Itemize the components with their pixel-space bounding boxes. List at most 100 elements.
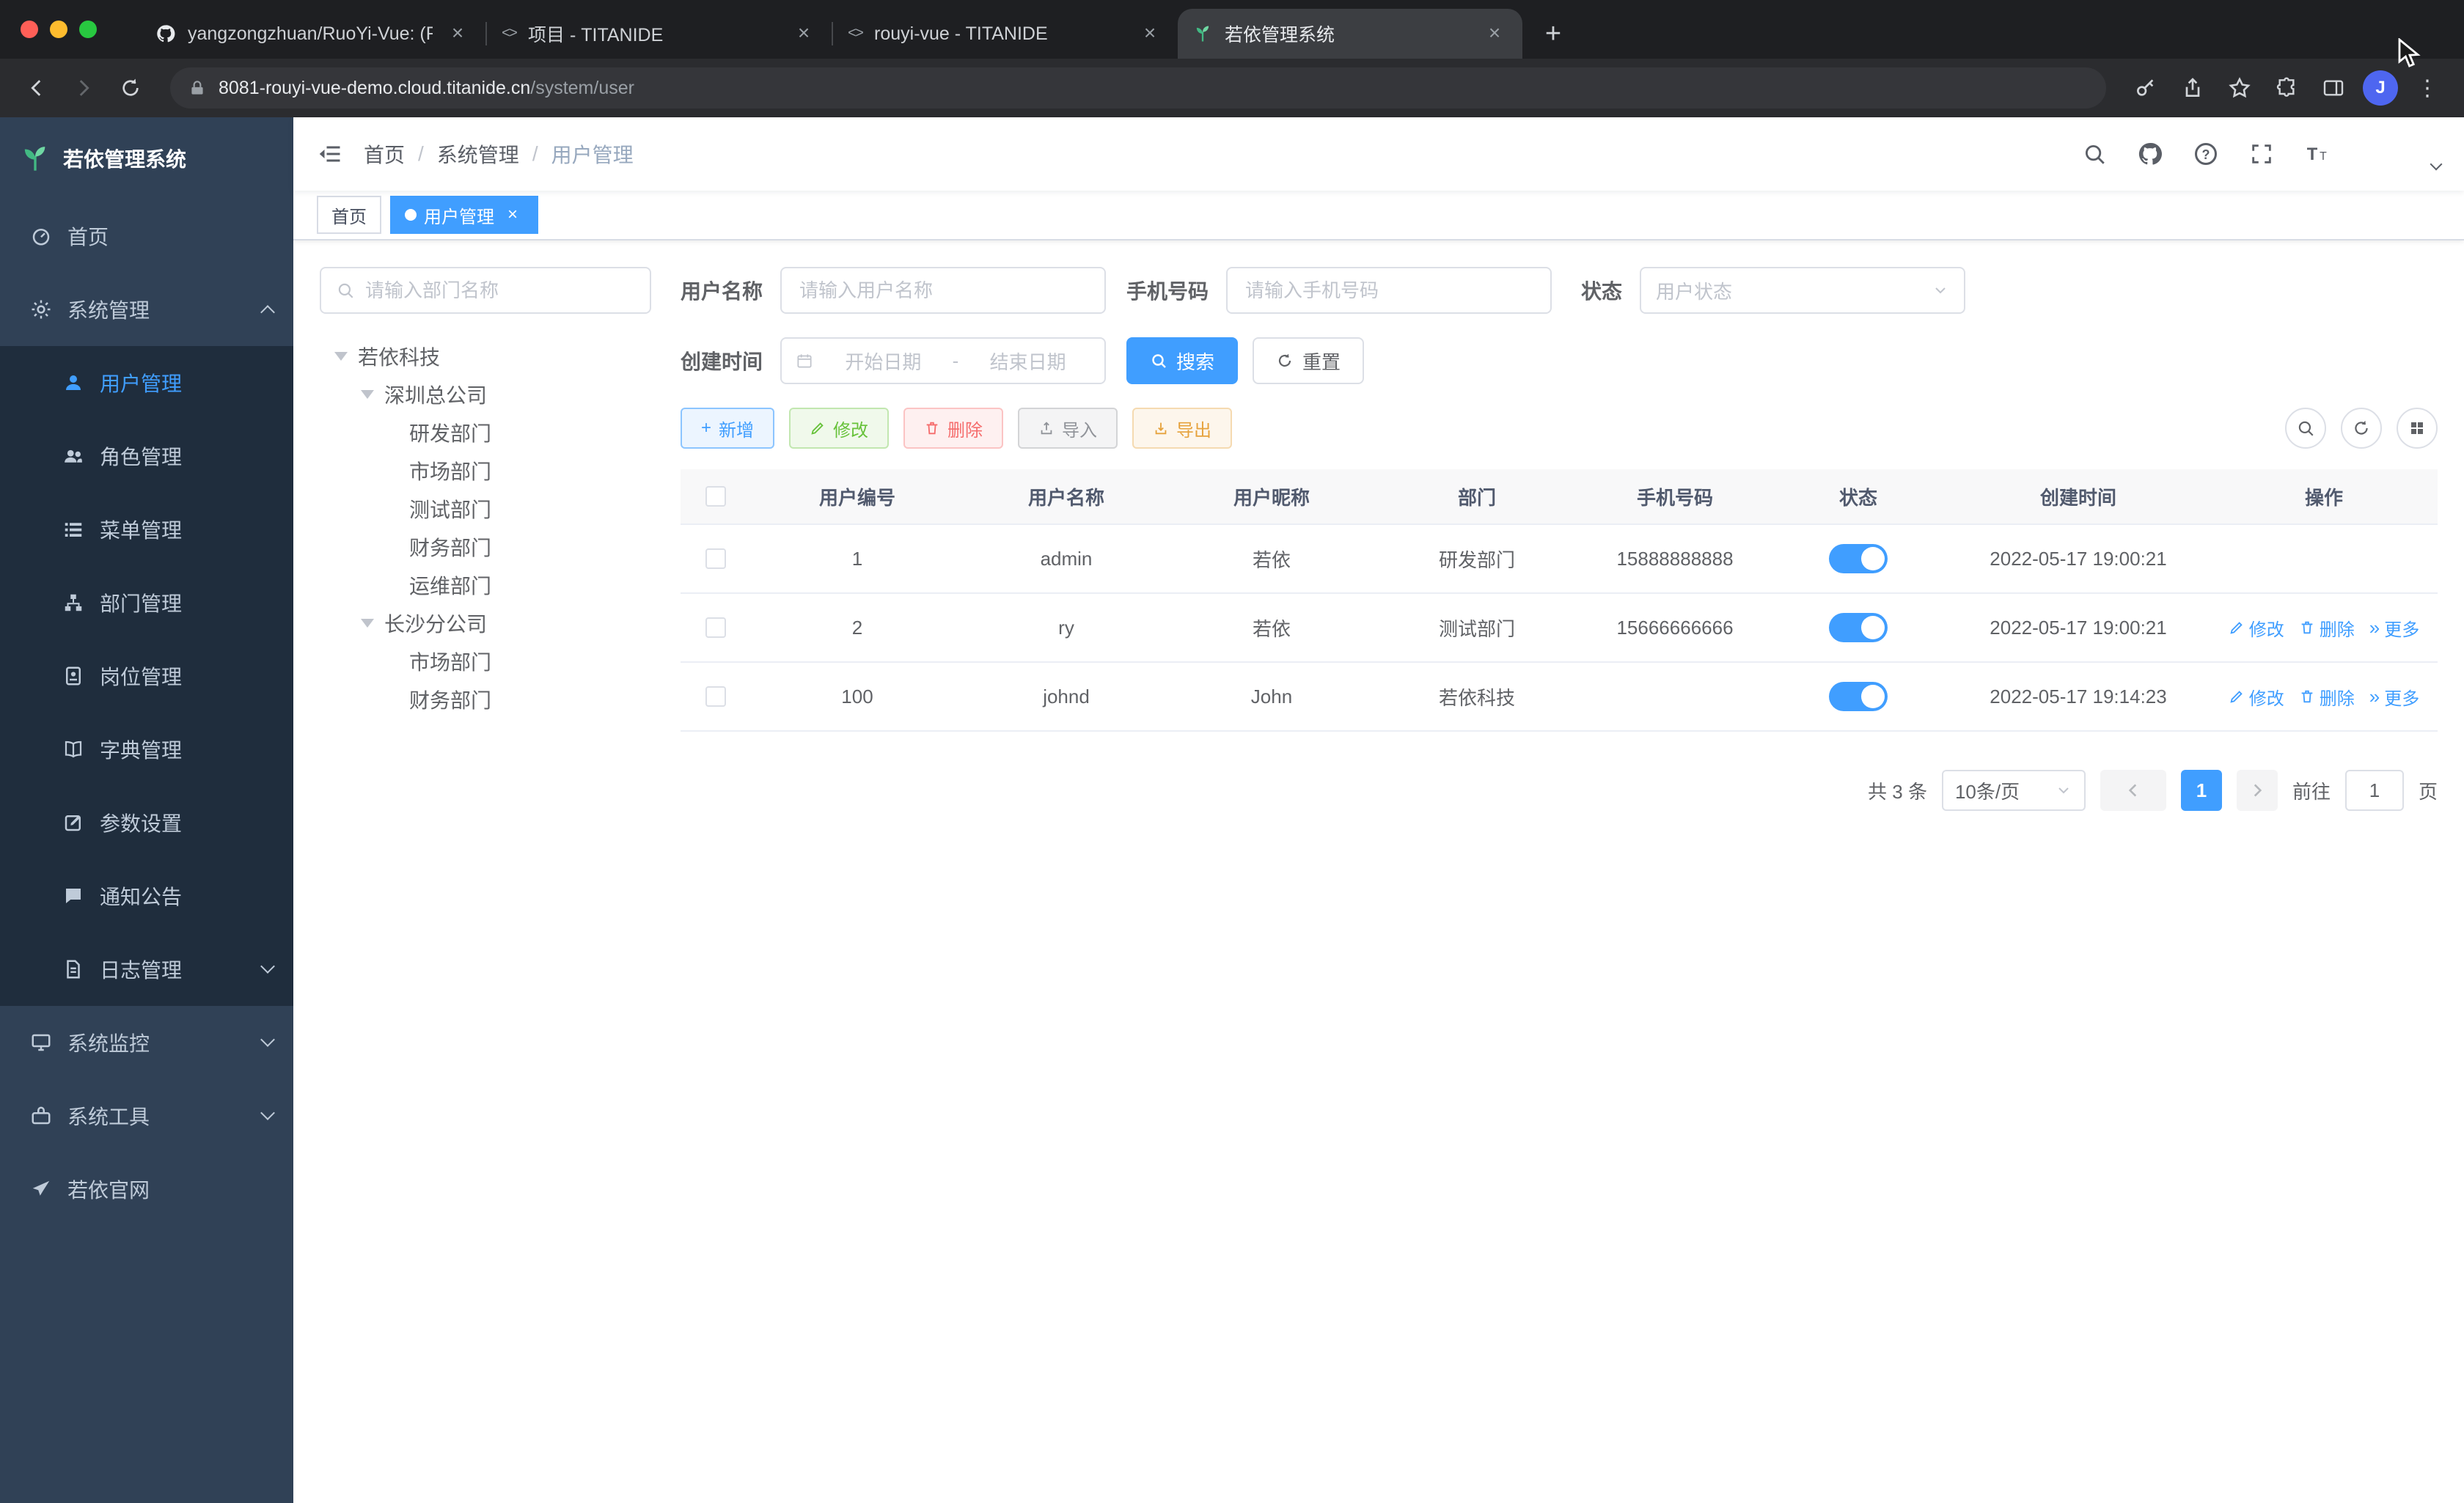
share-icon[interactable] (2171, 66, 2215, 110)
tab-close-icon[interactable]: × (791, 21, 817, 47)
tree-node[interactable]: 财务部门 (320, 680, 651, 719)
maximize-window-button[interactable] (79, 21, 97, 38)
tree-node[interactable]: 深圳总公司 (320, 375, 651, 414)
row-checkbox[interactable] (705, 548, 726, 569)
tag-user-management[interactable]: 用户管理 × (390, 196, 538, 234)
sidebar-item-menus[interactable]: 菜单管理 (0, 493, 293, 566)
search-button[interactable]: 搜索 (1126, 337, 1239, 384)
extensions-puzzle-icon[interactable] (2265, 66, 2309, 110)
tree-node-root[interactable]: 若依科技 (320, 337, 651, 375)
back-button[interactable] (15, 66, 59, 110)
username-input[interactable] (780, 267, 1106, 314)
sidebar-item-home[interactable]: 首页 (0, 199, 293, 273)
tree-node[interactable]: 市场部门 (320, 452, 651, 490)
passwords-key-icon[interactable] (2124, 66, 2168, 110)
browser-tab-ruoyi-active[interactable]: 若依管理系统 × (1178, 9, 1522, 59)
row-checkbox[interactable] (705, 617, 726, 638)
date-range-picker[interactable]: 开始日期 - 结束日期 (780, 337, 1106, 384)
dept-search-input[interactable] (365, 279, 635, 302)
status-toggle[interactable] (1829, 613, 1888, 642)
goto-page-input[interactable] (2344, 770, 2404, 811)
select-all-checkbox[interactable] (705, 486, 726, 507)
font-size-icon[interactable]: TT (2294, 131, 2341, 177)
tree-node[interactable]: 运维部门 (320, 566, 651, 604)
tab-close-icon[interactable]: × (1137, 21, 1163, 47)
browser-tab-rouyi[interactable]: <> rouyi-vue - TITANIDE × (833, 9, 1178, 59)
trash-icon (2301, 690, 2313, 703)
sidebar-item-system[interactable]: 系统管理 (0, 273, 293, 346)
app-logo[interactable]: 若依管理系统 (0, 117, 293, 199)
book-icon (62, 738, 85, 760)
url-path: /system/user (530, 77, 634, 98)
leaf-logo-icon (21, 144, 50, 173)
toggle-search-button[interactable] (2285, 408, 2326, 449)
close-window-button[interactable] (21, 21, 38, 38)
row-edit-link[interactable]: 修改 (2229, 684, 2284, 710)
fullscreen-icon[interactable] (2238, 131, 2285, 177)
tree-node[interactable]: 测试部门 (320, 490, 651, 528)
row-more-link[interactable]: » 更多 (2369, 684, 2419, 710)
status-toggle[interactable] (1829, 544, 1888, 573)
edit-button[interactable]: 修改 (789, 408, 890, 449)
status-toggle[interactable] (1829, 682, 1888, 711)
browser-tab-project[interactable]: <> 项目 - TITANIDE × (487, 9, 832, 59)
refresh-table-button[interactable] (2341, 408, 2382, 449)
sidebar-item-posts[interactable]: 岗位管理 (0, 639, 293, 713)
sidebar-item-logs[interactable]: 日志管理 (0, 933, 293, 1006)
column-settings-button[interactable] (2397, 408, 2438, 449)
sidebar-item-website[interactable]: 若依官网 (0, 1153, 293, 1226)
sidebar-fold-icon[interactable] (317, 141, 343, 167)
new-tab-button[interactable]: + (1534, 15, 1572, 53)
sidebar-item-users[interactable]: 用户管理 (0, 346, 293, 419)
sidebar-item-params[interactable]: 参数设置 (0, 786, 293, 859)
sidebar-item-notice[interactable]: 通知公告 (0, 859, 293, 933)
github-icon[interactable] (2127, 131, 2174, 177)
help-question-icon[interactable]: ? (2182, 131, 2229, 177)
minimize-window-button[interactable] (50, 21, 67, 38)
page-size-select[interactable]: 10条/页 (1941, 770, 2086, 811)
reset-button[interactable]: 重置 (1253, 337, 1365, 384)
reload-button[interactable] (109, 66, 153, 110)
row-delete-link[interactable]: 删除 (2299, 615, 2355, 641)
row-delete-link[interactable]: 删除 (2299, 684, 2355, 710)
tab-close-icon[interactable]: × (444, 21, 471, 47)
add-button[interactable]: + 新增 (681, 408, 775, 449)
row-checkbox[interactable] (705, 686, 726, 707)
status-select[interactable]: 用户状态 (1640, 267, 1965, 314)
tree-node[interactable]: 研发部门 (320, 414, 651, 452)
address-bar[interactable]: 8081-rouyi-vue-demo.cloud.titanide.cn/sy… (170, 67, 2106, 109)
row-edit-link[interactable]: 修改 (2229, 615, 2284, 641)
delete-button[interactable]: 删除 (903, 408, 1004, 449)
side-panel-icon[interactable] (2311, 66, 2355, 110)
tag-home[interactable]: 首页 (317, 196, 381, 234)
forward-button[interactable] (62, 66, 106, 110)
browser-tab-github[interactable]: yangzongzhuan/RuoYi-Vue: (R × (141, 9, 485, 59)
tree-node[interactable]: 市场部门 (320, 642, 651, 680)
sidebar-item-monitor[interactable]: 系统监控 (0, 1006, 293, 1079)
status-label: 状态 (1580, 280, 1622, 303)
sidebar-item-depts[interactable]: 部门管理 (0, 566, 293, 639)
next-page-button[interactable] (2236, 770, 2278, 811)
import-button[interactable]: 导入 (1018, 408, 1118, 449)
browser-menu-icon[interactable]: ⋮ (2405, 66, 2449, 110)
tag-close-icon[interactable]: × (502, 204, 524, 226)
tab-close-icon[interactable]: × (1481, 21, 1508, 47)
page-number-button[interactable]: 1 (2180, 770, 2222, 811)
bookmark-star-icon[interactable] (2218, 66, 2262, 110)
export-button[interactable]: 导出 (1132, 408, 1233, 449)
avatar-caret-icon[interactable] (2430, 158, 2443, 171)
header-search-icon[interactable] (2071, 131, 2118, 177)
row-more-link[interactable]: » 更多 (2369, 615, 2419, 641)
tree-node[interactable]: 长沙分公司 (320, 604, 651, 642)
sidebar-item-dict[interactable]: 字典管理 (0, 713, 293, 786)
breadcrumb-home[interactable]: 首页 (364, 139, 405, 169)
sidebar-item-roles[interactable]: 角色管理 (0, 419, 293, 493)
phone-input[interactable] (1226, 267, 1552, 314)
breadcrumb-system[interactable]: 系统管理 (437, 139, 519, 169)
sidebar-item-tools[interactable]: 系统工具 (0, 1079, 293, 1153)
profile-avatar[interactable]: J (2358, 66, 2402, 110)
tree-node[interactable]: 财务部门 (320, 528, 651, 566)
user-avatar[interactable] (2361, 126, 2417, 182)
prev-page-button[interactable] (2100, 770, 2166, 811)
gear-icon (29, 298, 53, 320)
